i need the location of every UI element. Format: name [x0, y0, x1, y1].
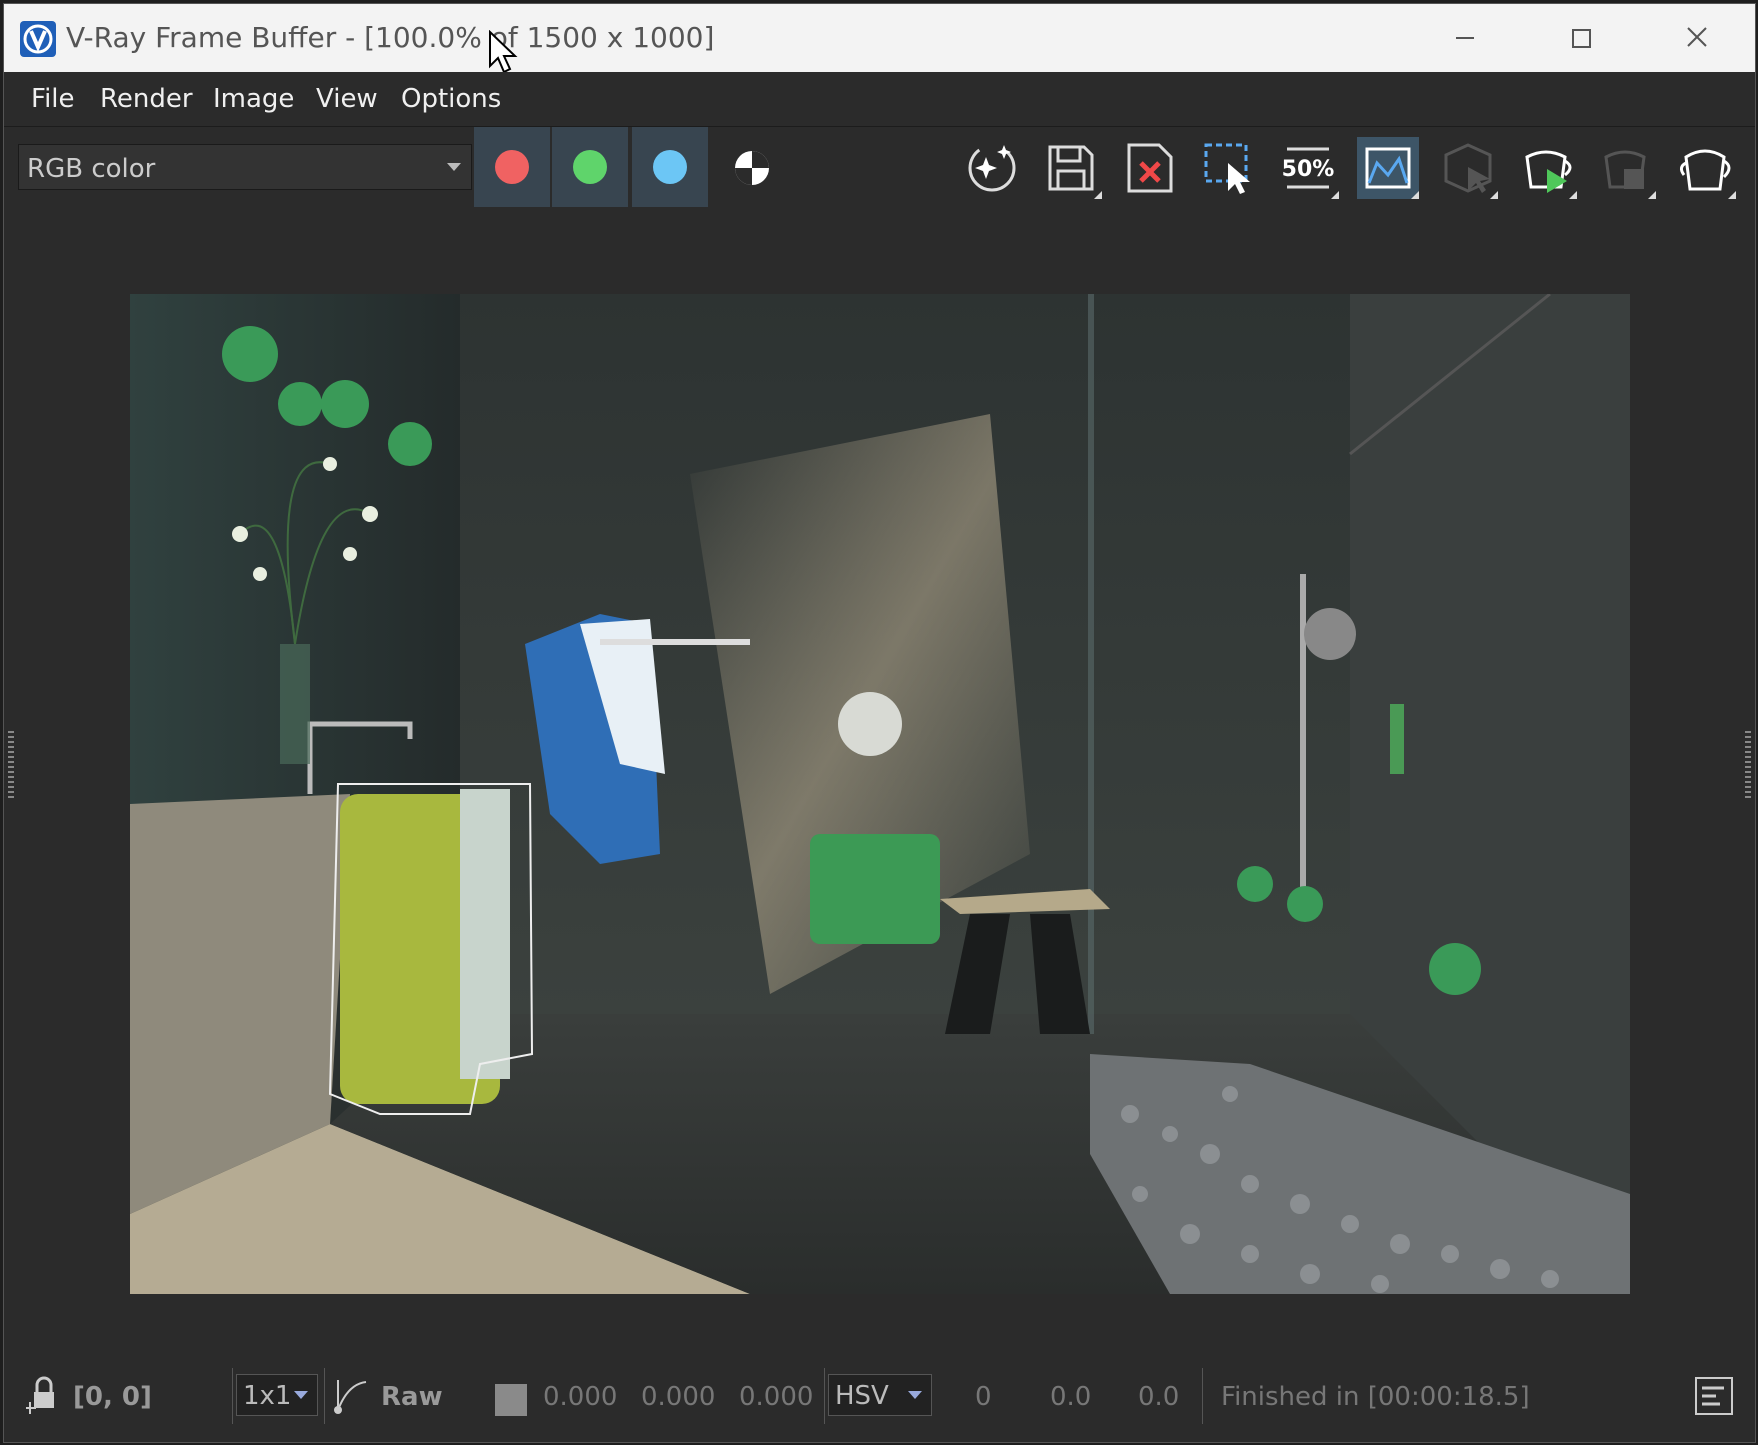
- toolbar: RGB color 50%: [4, 127, 1755, 211]
- green-channel-button[interactable]: [552, 127, 628, 207]
- color-swatch: [495, 1384, 527, 1416]
- red-dot-icon: [495, 150, 529, 184]
- sample-size-select[interactable]: 1x1: [236, 1374, 318, 1416]
- render-teapot-icon[interactable]: [1674, 137, 1736, 199]
- color-mode-label: Raw: [381, 1382, 443, 1412]
- zoom-50-label: 50%: [1282, 157, 1335, 182]
- chevron-down-icon: [908, 1391, 922, 1399]
- denoise-sparkle-icon[interactable]: [961, 137, 1023, 199]
- rendered-image[interactable]: [130, 294, 1630, 1294]
- red-value: 0.000: [543, 1382, 618, 1412]
- color-space-select[interactable]: HSV: [828, 1374, 932, 1416]
- interactive-render-icon[interactable]: [1436, 137, 1498, 199]
- channel-select[interactable]: RGB color: [18, 144, 472, 190]
- menu-image[interactable]: Image: [213, 84, 294, 114]
- blue-value: 0.000: [739, 1382, 814, 1412]
- divider: [232, 1368, 233, 1424]
- vfb-window: V-Ray Frame Buffer - [100.0% of 1500 x 1…: [3, 3, 1756, 1443]
- pixel-coordinates: [0, 0]: [73, 1382, 152, 1412]
- sample-size-value: 1x1: [243, 1381, 292, 1411]
- status-bar: [0, 0] 1x1 Raw 0.000 0.000 0.000 HSV 0 0…: [4, 1348, 1755, 1442]
- corner-arrow-icon: [1728, 191, 1736, 199]
- log-panel-icon[interactable]: [1694, 1376, 1734, 1420]
- menu-file[interactable]: File: [31, 84, 75, 114]
- divider: [824, 1368, 825, 1424]
- green-value: 0.000: [641, 1382, 716, 1412]
- color-space-value: HSV: [835, 1381, 889, 1411]
- render-canvas[interactable]: [4, 211, 1755, 1348]
- lock-pixel-icon[interactable]: [24, 1376, 60, 1418]
- hue-value: 0: [975, 1382, 992, 1412]
- menu-bar: File Render Image View Options: [4, 72, 1755, 127]
- corner-arrow-icon: [1094, 191, 1102, 199]
- region-render-icon[interactable]: [1198, 137, 1260, 199]
- title-bar[interactable]: V-Ray Frame Buffer - [100.0% of 1500 x 1…: [4, 4, 1755, 74]
- zoom-50-icon[interactable]: 50%: [1277, 137, 1339, 199]
- clear-image-icon[interactable]: [1119, 137, 1181, 199]
- vray-logo-icon: [20, 21, 56, 57]
- corner-arrow-icon: [1569, 191, 1577, 199]
- start-render-icon[interactable]: [1515, 137, 1577, 199]
- blue-dot-icon: [653, 150, 687, 184]
- menu-render[interactable]: Render: [100, 84, 193, 114]
- green-dot-icon: [573, 150, 607, 184]
- blue-channel-button[interactable]: [632, 127, 708, 207]
- stop-render-icon[interactable]: [1594, 137, 1656, 199]
- chevron-down-icon: [294, 1391, 308, 1399]
- save-image-icon[interactable]: [1040, 137, 1102, 199]
- render-status-message: Finished in [00:00:18.5]: [1221, 1382, 1530, 1412]
- maximize-icon[interactable]: [1552, 16, 1610, 60]
- right-panel-grip[interactable]: [1745, 731, 1751, 801]
- saturation-value: 0.0: [1050, 1382, 1092, 1412]
- red-channel-button[interactable]: [474, 127, 550, 207]
- corner-arrow-icon: [1490, 191, 1498, 199]
- left-panel-grip[interactable]: [8, 731, 14, 801]
- close-icon[interactable]: [1668, 16, 1726, 60]
- value-value: 0.0: [1138, 1382, 1180, 1412]
- corner-arrow-icon: [1331, 191, 1339, 199]
- corner-arrow-icon: [1648, 191, 1656, 199]
- menu-view[interactable]: View: [316, 84, 378, 114]
- divider: [324, 1368, 325, 1424]
- compare-history-icon[interactable]: [1357, 137, 1419, 199]
- window-title: V-Ray Frame Buffer - [100.0% of 1500 x 1…: [66, 21, 715, 54]
- chevron-down-icon: [447, 163, 461, 171]
- divider: [1202, 1368, 1203, 1424]
- channel-select-value: RGB color: [27, 154, 156, 184]
- curve-icon[interactable]: [332, 1376, 372, 1420]
- minimize-icon[interactable]: [1436, 16, 1494, 60]
- menu-options[interactable]: Options: [401, 84, 501, 114]
- monochrome-icon[interactable]: [721, 137, 783, 199]
- corner-arrow-icon: [1411, 191, 1419, 199]
